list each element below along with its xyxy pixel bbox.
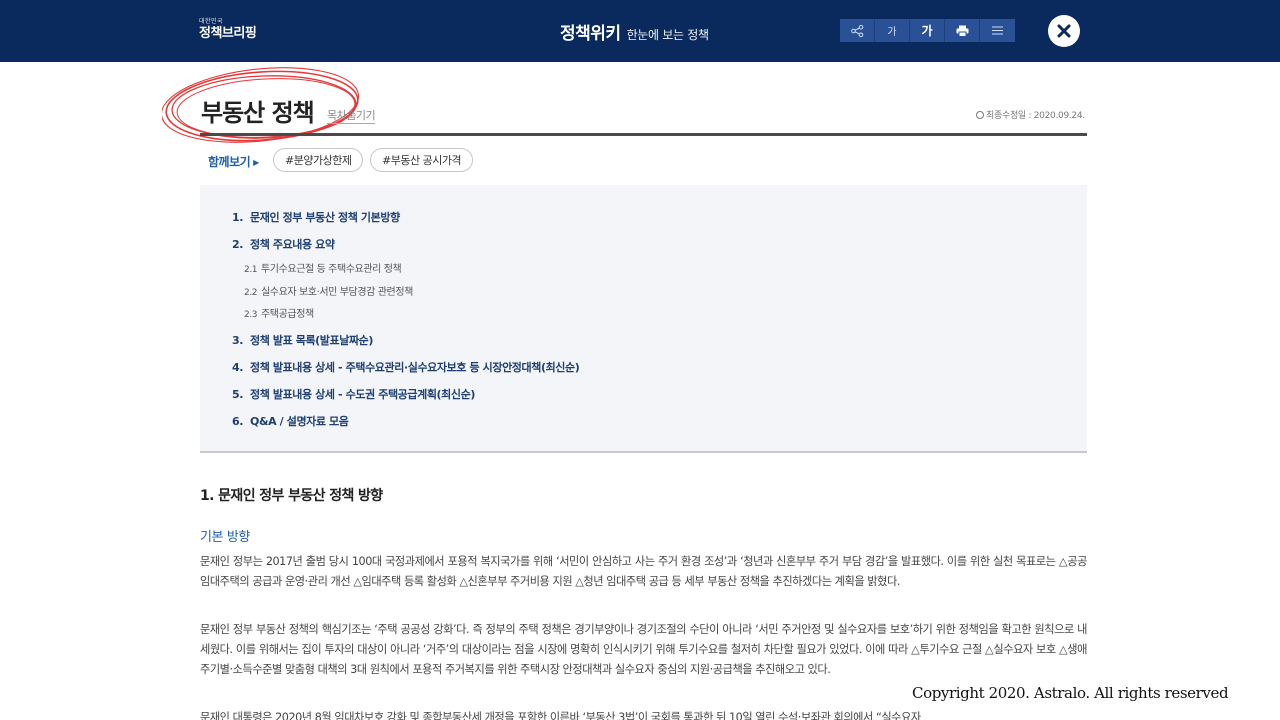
triangle-right-icon: ▶ bbox=[253, 158, 259, 167]
toc-item-6[interactable]: 6. Q&A / 설명자료 모음 bbox=[232, 413, 349, 429]
see-also-label: 함께보기 ▶ bbox=[208, 153, 259, 170]
font-increase-button[interactable]: 가 bbox=[910, 19, 945, 42]
see-also-text: 함께보기 bbox=[208, 155, 251, 169]
toc-item-label: Q&A / 설명자료 모음 bbox=[250, 415, 349, 428]
page-title: 부동산 정책 bbox=[201, 99, 315, 127]
tag-link-price-cap[interactable]: #분양가상한제 bbox=[273, 148, 364, 172]
toc-subitem-num: 2.2 bbox=[244, 288, 258, 298]
toc-subitem-label: 실수요자 보호·서민 부담경감 관련정책 bbox=[261, 287, 413, 298]
print-button[interactable] bbox=[945, 19, 980, 42]
menu-icon bbox=[992, 26, 1003, 35]
toc-subitem-num: 2.3 bbox=[244, 310, 258, 320]
toc-subitem-label: 투기수요근절 등 주택수요관리 정책 bbox=[261, 264, 402, 275]
title-divider bbox=[200, 133, 1087, 136]
toc-item-2[interactable]: 2. 정책 주요내용 요약 bbox=[232, 236, 335, 252]
toc-item-label: 정책 주요내용 요약 bbox=[250, 238, 335, 251]
close-icon bbox=[1057, 24, 1071, 38]
logo-small-text: 대한민국 bbox=[199, 18, 224, 25]
toc-item-num: 5. bbox=[232, 388, 244, 401]
toc-subitem-label: 주택공급정책 bbox=[261, 309, 314, 320]
toc-item-num: 2. bbox=[232, 238, 244, 251]
toc-item-num: 6. bbox=[232, 415, 244, 428]
logo-main-text: 정책브리핑 bbox=[199, 26, 257, 41]
toc-item-label: 정책 발표내용 상세 - 주택수요관리·실수요자보호 등 시장안정대책(최신순) bbox=[250, 361, 580, 374]
sub-heading: 기본 방향 bbox=[200, 530, 250, 545]
share-button[interactable] bbox=[840, 19, 875, 42]
toc-item-label: 문재인 정부 부동산 정책 기본방향 bbox=[250, 211, 400, 224]
header-toolbar: 가 가 bbox=[840, 19, 1015, 42]
toc-item-3[interactable]: 3. 정책 발표 목록(발표날짜순) bbox=[232, 332, 373, 348]
site-title: 정책위키 한눈에 보는 정책 bbox=[560, 19, 709, 44]
toc-subitem-2-3[interactable]: 2.3 주택공급정책 bbox=[244, 305, 314, 320]
body-paragraph: 문재인 정부는 2017년 출범 당시 100대 국정과제에서 포용적 복지국가… bbox=[200, 555, 1087, 588]
toc-item-1[interactable]: 1. 문재인 정부 부동산 정책 기본방향 bbox=[232, 209, 400, 225]
toc-item-5[interactable]: 5. 정책 발표내용 상세 - 수도권 주택공급계획(최신순) bbox=[232, 386, 475, 402]
site-title-sub: 한눈에 보는 정책 bbox=[626, 28, 710, 42]
body-paragraph: 문재인 대통령은 2020년 8월 임대차보호 강화 및 종합부동산세 개정을 … bbox=[200, 711, 921, 720]
share-icon bbox=[850, 24, 863, 37]
table-of-contents: 1. 문재인 정부 부동산 정책 기본방향 2. 정책 주요내용 요약 2.1 투기수… bbox=[200, 185, 1087, 453]
toc-item-label: 정책 발표 목록(발표날짜순) bbox=[250, 334, 374, 347]
toc-item-num: 4. bbox=[232, 361, 244, 374]
site-logo[interactable]: 대한민국 정책브리핑 bbox=[199, 18, 257, 42]
copyright-watermark: Copyright 2020. Astralo. All rights rese… bbox=[912, 684, 1229, 702]
body-paragraph: 문재인 정부 부동산 정책의 핵심기조는 ‘주택 공공성 강화’다. 즉 정부의… bbox=[200, 623, 1087, 676]
font-decrease-button[interactable]: 가 bbox=[875, 19, 910, 42]
last-updated-text: 최종수정일 : 2020.09.24. bbox=[986, 111, 1085, 121]
tag-link-public-price[interactable]: #부동산 공시가격 bbox=[370, 148, 474, 172]
site-title-main: 정책위키 bbox=[560, 24, 621, 44]
toc-subitem-2-2[interactable]: 2.2 실수요자 보호·서민 부담경감 관련정책 bbox=[244, 283, 413, 298]
toc-item-num: 1. bbox=[232, 211, 244, 224]
section-heading: 1. 문재인 정부 부동산 정책 방향 bbox=[200, 488, 383, 504]
clock-icon bbox=[976, 111, 984, 119]
menu-button[interactable] bbox=[980, 19, 1015, 42]
toc-item-label: 정책 발표내용 상세 - 수도권 주택공급계획(최신순) bbox=[250, 388, 475, 401]
toc-item-4[interactable]: 4. 정책 발표내용 상세 - 주택수요관리·실수요자보호 등 시장안정대책(최신… bbox=[232, 359, 580, 375]
toc-toggle-link[interactable]: 목차숨기기 bbox=[327, 107, 376, 124]
toc-subitem-2-1[interactable]: 2.1 투기수요근절 등 주택수요관리 정책 bbox=[244, 260, 402, 275]
toc-item-num: 3. bbox=[232, 334, 244, 347]
print-icon bbox=[956, 25, 968, 37]
toc-subitem-num: 2.1 bbox=[244, 265, 258, 275]
last-updated: 최종수정일 : 2020.09.24. bbox=[976, 108, 1085, 121]
close-button[interactable] bbox=[1048, 15, 1080, 47]
top-header: 대한민국 정책브리핑 정책위키 한눈에 보는 정책 가 가 bbox=[0, 0, 1280, 62]
